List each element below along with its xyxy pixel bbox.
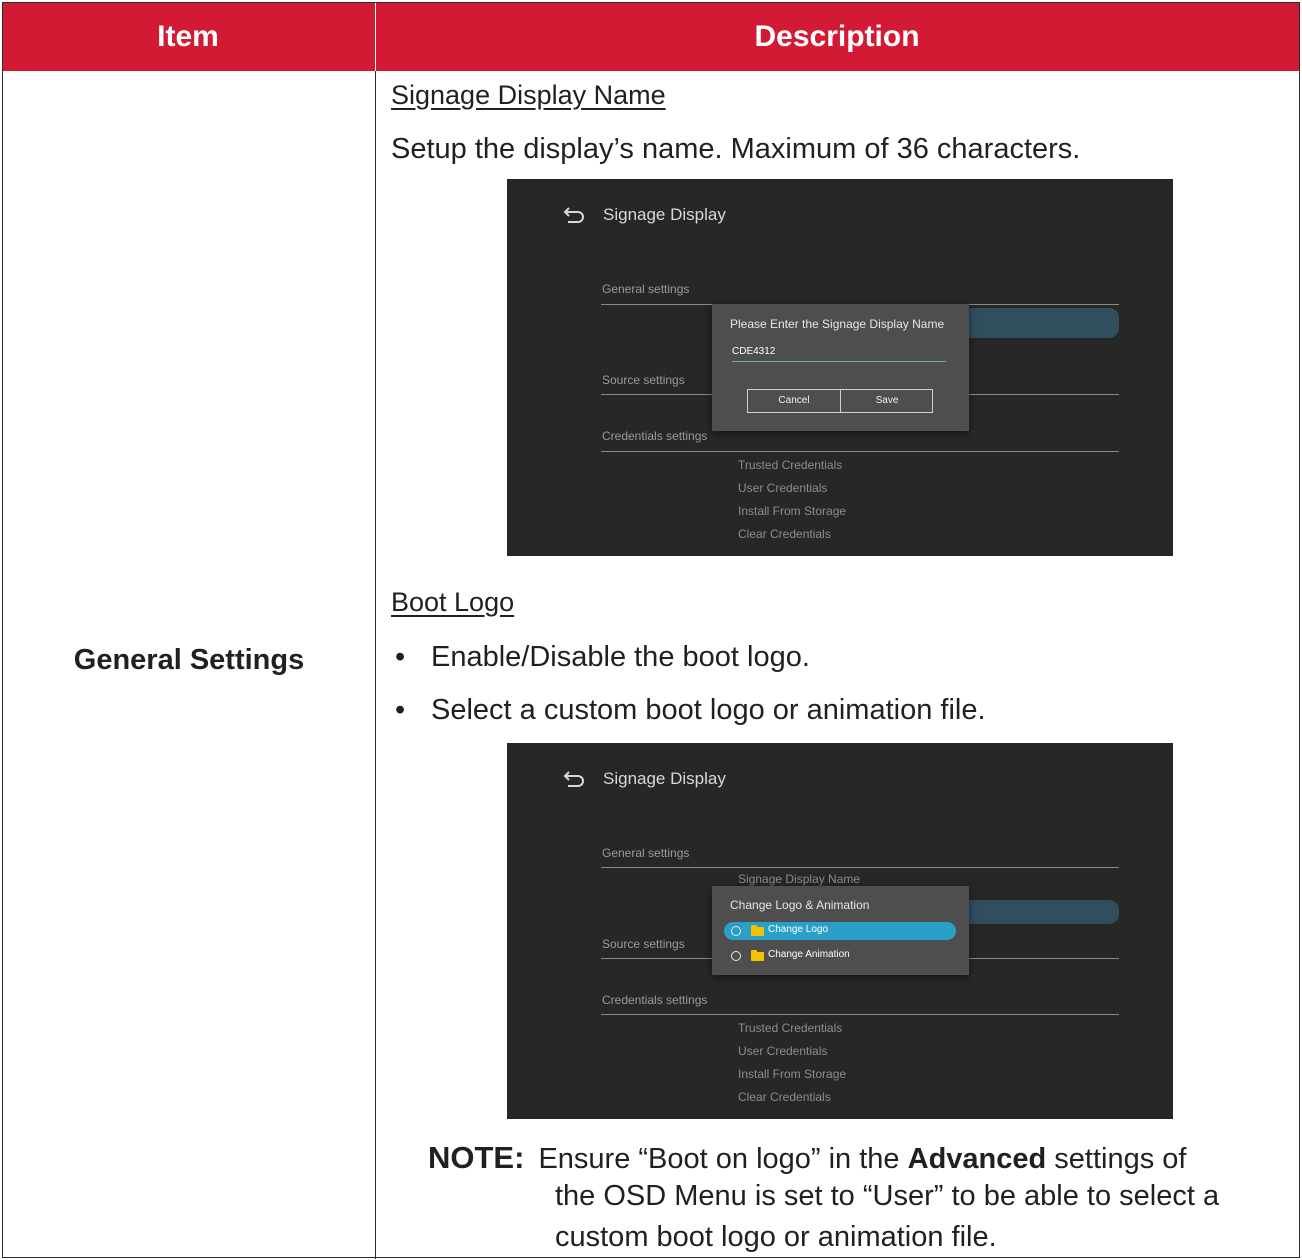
option-change-logo[interactable]: Change Logo xyxy=(724,922,956,940)
note-text-1: Ensure “Boot on logo” in the xyxy=(538,1143,900,1175)
radio-icon xyxy=(731,951,741,961)
note-text-2: settings of xyxy=(1054,1143,1187,1175)
option-label: Change Logo xyxy=(768,924,829,935)
bullet-item: • Enable/Disable the boot logo. xyxy=(395,641,810,673)
name-dialog: Please Enter the Signage Display Name CD… xyxy=(712,304,969,431)
menu-item-trusted-credentials[interactable]: Trusted Credentials xyxy=(738,458,842,472)
menu-item-install-from-storage[interactable]: Install From Storage xyxy=(738,1067,846,1081)
category-source: Source settings xyxy=(602,937,685,951)
menu-item-user-credentials[interactable]: User Credentials xyxy=(738,1044,827,1058)
table-header: Item Description xyxy=(3,3,1299,71)
note-label: NOTE: xyxy=(428,1140,525,1175)
section-title-display-name: Signage Display Name xyxy=(391,80,666,110)
menu-item-trusted-credentials[interactable]: Trusted Credentials xyxy=(738,1021,842,1035)
screen-title: Signage Display xyxy=(603,205,726,224)
dialog-buttons: Cancel Save xyxy=(747,389,933,413)
radio-icon xyxy=(731,926,741,936)
category-divider xyxy=(601,867,1119,868)
section-title-boot-logo: Boot Logo xyxy=(391,587,515,617)
note-line-2: the OSD Menu is set to “User” to be able… xyxy=(555,1180,1220,1212)
item-label: General Settings xyxy=(73,644,305,676)
back-icon xyxy=(563,771,584,787)
category-general: General settings xyxy=(602,846,690,860)
column-divider xyxy=(375,71,376,1259)
dialog-title: Please Enter the Signage Display Name xyxy=(730,317,945,331)
cancel-button[interactable]: Cancel xyxy=(748,390,841,412)
category-general: General settings xyxy=(602,282,690,296)
bullet-text: Enable/Disable the boot logo. xyxy=(431,641,810,673)
save-button[interactable]: Save xyxy=(841,390,933,412)
header-divider xyxy=(375,3,376,71)
folder-icon xyxy=(751,950,764,961)
screen-title: Signage Display xyxy=(603,769,726,788)
display-name-description: Setup the display’s name. Maximum of 36 … xyxy=(391,133,1081,165)
category-source: Source settings xyxy=(602,373,685,387)
back-icon xyxy=(563,207,584,223)
category-credentials: Credentials settings xyxy=(602,993,708,1007)
dialog-title: Change Logo & Animation xyxy=(730,898,870,912)
screenshot-display-name: Signage Display General settings Source … xyxy=(507,179,1173,556)
menu-item-clear-credentials[interactable]: Clear Credentials xyxy=(738,527,831,541)
highlight-bar xyxy=(947,308,1119,338)
option-change-animation[interactable]: Change Animation xyxy=(724,947,956,965)
logo-dialog: Change Logo & Animation Change Logo Chan… xyxy=(712,886,969,975)
menu-item-install-from-storage[interactable]: Install From Storage xyxy=(738,504,846,518)
note: NOTE: Ensure “Boot on logo” in the Advanc… xyxy=(428,1137,1288,1180)
menu-item-signage-display-name[interactable]: Signage Display Name xyxy=(738,872,860,886)
bullet-item: • Select a custom boot logo or animation … xyxy=(395,694,986,726)
folder-icon xyxy=(751,925,764,936)
category-divider xyxy=(601,451,1119,452)
bullet-text: Select a custom boot logo or animation f… xyxy=(431,694,986,726)
header-item: Item xyxy=(157,20,219,53)
menu-item-user-credentials[interactable]: User Credentials xyxy=(738,481,827,495)
option-label: Change Animation xyxy=(768,949,850,960)
menu-item-clear-credentials[interactable]: Clear Credentials xyxy=(738,1090,831,1104)
category-divider xyxy=(601,1014,1119,1015)
note-line-3: custom boot logo or animation file. xyxy=(555,1221,997,1253)
screenshot-boot-logo: Signage Display General settings Signage… xyxy=(507,743,1173,1119)
display-name-input[interactable]: CDE4312 xyxy=(732,346,946,357)
input-underline xyxy=(732,361,946,362)
category-credentials: Credentials settings xyxy=(602,429,708,443)
highlight-bar xyxy=(947,900,1119,924)
note-bold: Advanced xyxy=(907,1143,1047,1175)
header-description: Description xyxy=(754,20,920,53)
